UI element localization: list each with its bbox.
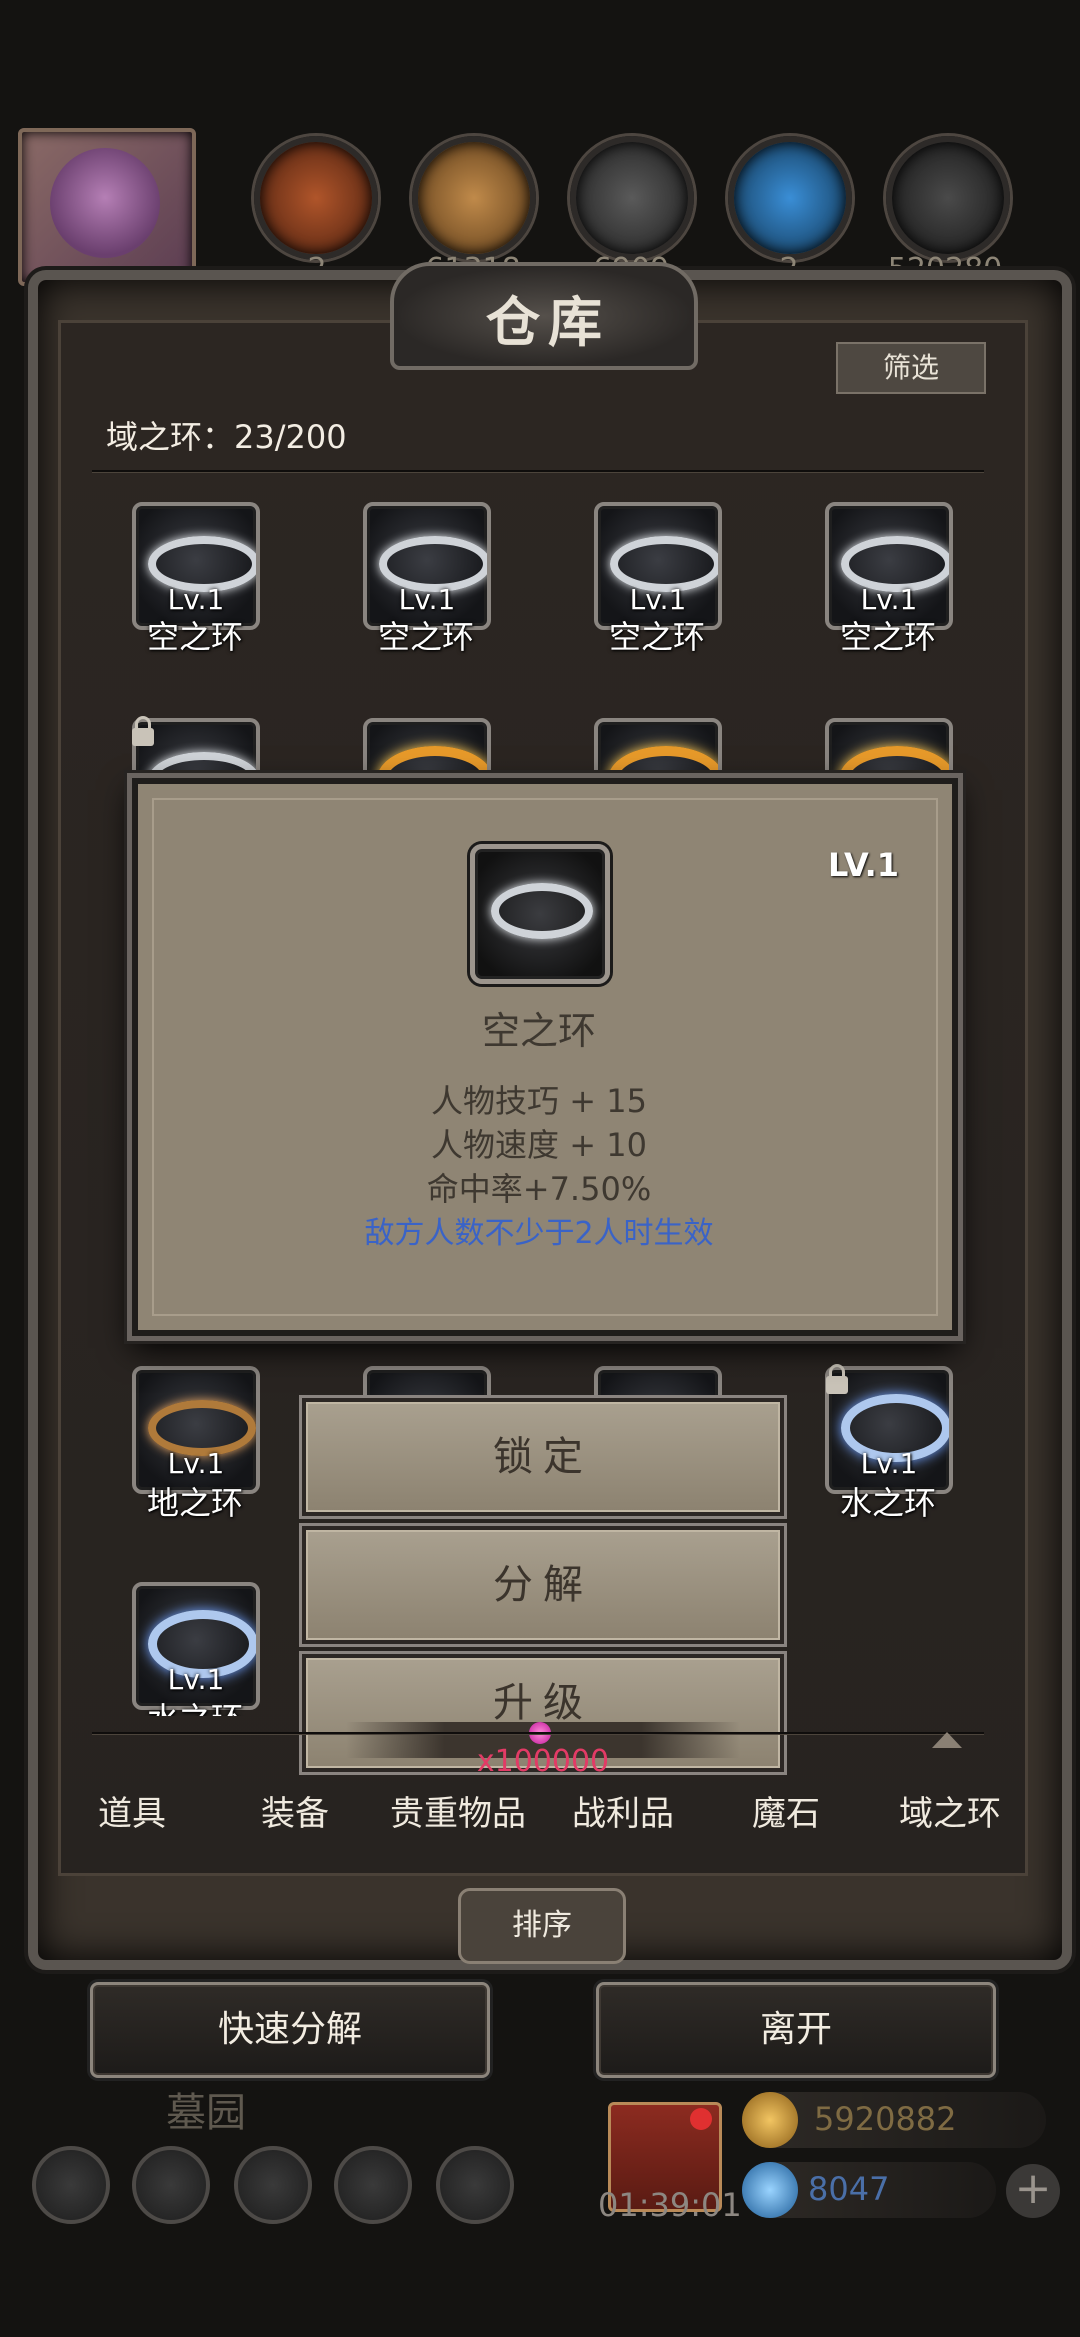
item-slot[interactable]: Lv.1 (132, 1582, 260, 1710)
item-name: 空之环 (608, 618, 705, 656)
item-name: 地之环 (146, 1484, 243, 1522)
tab-valuables[interactable]: 贵重物品 (378, 1786, 538, 1835)
upgrade-cost-value: x100000 (476, 1744, 610, 1779)
stat-line: 人物技巧 + 15 (431, 1082, 647, 1120)
item-level: Lv.1 (167, 1447, 225, 1480)
item-slot[interactable]: Lv.1 (132, 502, 260, 630)
sort-button[interactable]: 排序 (458, 1888, 626, 1964)
gift-timer: 01:39:01 (598, 2186, 742, 2224)
quick-decompose-button[interactable]: 快速分解 (90, 1982, 490, 2078)
air-ring-icon (491, 883, 593, 939)
upgrade-button-label: 升级 (493, 1680, 593, 1726)
item-level: Lv.1 (860, 1447, 918, 1480)
settings-gear-icon[interactable] (32, 2146, 110, 2224)
stone-icon[interactable] (570, 136, 694, 260)
item-detail-icon (470, 844, 610, 984)
map-icon[interactable] (436, 2146, 514, 2224)
filter-button[interactable]: 筛选 (836, 342, 986, 394)
hero-emblem-icon[interactable] (132, 2146, 210, 2224)
player-avatar[interactable] (18, 128, 196, 286)
item-slot[interactable]: Lv.1 (594, 502, 722, 630)
item-detail-level: LV.1 (828, 846, 900, 884)
blue-gem-icon (742, 2162, 798, 2218)
decompose-button[interactable]: 分解 (302, 1526, 784, 1644)
item-name: 水之环 (110, 1694, 280, 1716)
selected-tab-indicator (932, 1732, 962, 1748)
lock-icon (826, 1364, 848, 1394)
ring-count-label: 域之环：23/200 (106, 418, 347, 456)
item-level: Lv.1 (167, 1663, 225, 1696)
tabs-divider (92, 1732, 984, 1735)
lock-button[interactable]: 锁定 (302, 1398, 784, 1516)
heart-couple-icon (50, 148, 160, 258)
gold-coin-icon (742, 2092, 798, 2148)
lock-icon (132, 716, 154, 746)
item-slot[interactable]: Lv.1 (132, 1366, 260, 1494)
gem-amount: 8047 (808, 2170, 890, 2208)
upgrade-button[interactable]: 升级 x100000 (302, 1654, 784, 1779)
add-currency-button[interactable]: + (1006, 2164, 1060, 2218)
iron-icon[interactable] (886, 136, 1010, 260)
item-name: 空之环 (146, 618, 243, 656)
item-name: 水之环 (839, 1484, 936, 1522)
tab-equipment[interactable]: 装备 (215, 1786, 375, 1835)
item-detail-name: 空之环 (481, 1009, 596, 1053)
decompose-button-label: 分解 (493, 1562, 593, 1608)
guild-icon[interactable] (234, 2146, 312, 2224)
gold-amount: 5920882 (814, 2100, 957, 2138)
item-slot[interactable]: Lv.1 (363, 502, 491, 630)
lock-button-label: 锁定 (493, 1434, 593, 1480)
food-icon[interactable] (254, 136, 378, 260)
item-name: 空之环 (839, 618, 936, 656)
notification-dot (690, 2108, 712, 2130)
upgrade-cost: x100000 (346, 1722, 740, 1779)
leave-button[interactable]: 离开 (596, 1982, 996, 2078)
page-title: 仓库 (486, 291, 610, 354)
tab-items[interactable]: 道具 (52, 1786, 212, 1835)
stat-condition: 敌方人数不少于2人时生效 (364, 1216, 714, 1251)
crystal-icon[interactable] (728, 136, 852, 260)
item-slot[interactable]: Lv.1 (825, 502, 953, 630)
tab-loot[interactable]: 战利品 (543, 1786, 703, 1835)
tab-domain-rings[interactable]: 域之环 (870, 1786, 1030, 1835)
area-name: 墓园 (166, 2090, 246, 2136)
stat-line: 人物速度 + 10 (431, 1126, 647, 1164)
divider (92, 470, 984, 473)
tab-magic-stones[interactable]: 魔石 (706, 1786, 866, 1835)
item-name: 空之环 (377, 618, 474, 656)
mail-icon[interactable] (334, 2146, 412, 2224)
stat-line: 命中率+7.50% (426, 1170, 652, 1208)
wood-icon[interactable] (412, 136, 536, 260)
